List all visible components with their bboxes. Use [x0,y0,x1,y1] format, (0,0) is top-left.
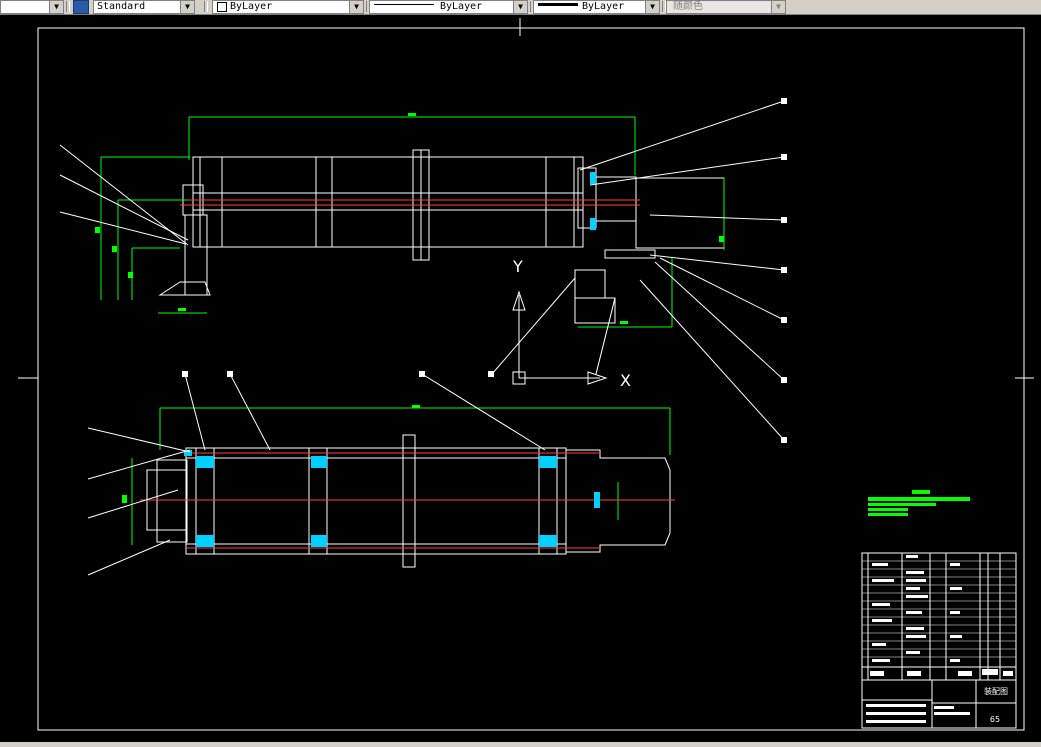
balloon-markers [182,98,787,443]
drawing-canvas[interactable]: Y X 装配图 65 [0,15,1041,742]
status-bar [0,742,1041,747]
chevron-down-icon: ▼ [349,1,363,13]
chevron-down-icon: ▼ [771,1,785,13]
seal-highlight [590,172,596,184]
top-view-assembly [146,434,671,568]
seal-highlights [184,450,600,547]
drawing-title: 装配图 [984,686,1008,696]
plot-style-value: 随颜色 [673,1,703,12]
color-control-dropdown[interactable]: ByLayer ▼ [212,0,364,14]
text-style-icon[interactable] [73,0,89,14]
plot-style-dropdown[interactable]: 随颜色 ▼ [666,0,786,14]
chevron-down-icon: ▼ [513,1,527,13]
sheet-number: 65 [990,715,1000,724]
properties-toolbar: ▼ Standard ▼ ByLayer ▼ ByLayer ▼ ByLayer ▼ 随… [0,0,1041,15]
technical-notes [868,490,970,516]
cad-drawing: Y X 装配图 65 [18,18,1034,731]
front-view-assembly [158,149,725,324]
previous-dropdown[interactable]: ▼ [0,0,64,14]
leader-lines [59,100,785,576]
thin-line-icon [374,4,434,5]
chevron-down-icon: ▼ [180,1,194,13]
linetype-control-value: ByLayer [440,1,483,12]
lineweight-control-value: ByLayer [582,1,625,12]
text-style-value: Standard [97,1,146,12]
dimension-text [95,113,724,503]
chevron-down-icon: ▼ [645,1,659,13]
bom-rows [862,560,1016,658]
seal-highlight [590,218,596,230]
linetype-control-dropdown[interactable]: ByLayer ▼ [369,0,528,14]
bom-text [866,555,1013,723]
toolbar-separator [66,1,70,12]
ucs-x-label: X [620,371,631,390]
text-style-dropdown[interactable]: Standard ▼ [93,0,195,14]
ucs-y-label: Y [512,257,523,276]
color-control-value: ByLayer [230,1,273,12]
color-swatch-icon [217,2,227,12]
thick-line-icon [538,3,578,6]
toolbar-separator [204,1,208,12]
lineweight-control-dropdown[interactable]: ByLayer ▼ [533,0,660,14]
ucs-icon [512,290,608,385]
chevron-down-icon: ▼ [49,1,63,13]
